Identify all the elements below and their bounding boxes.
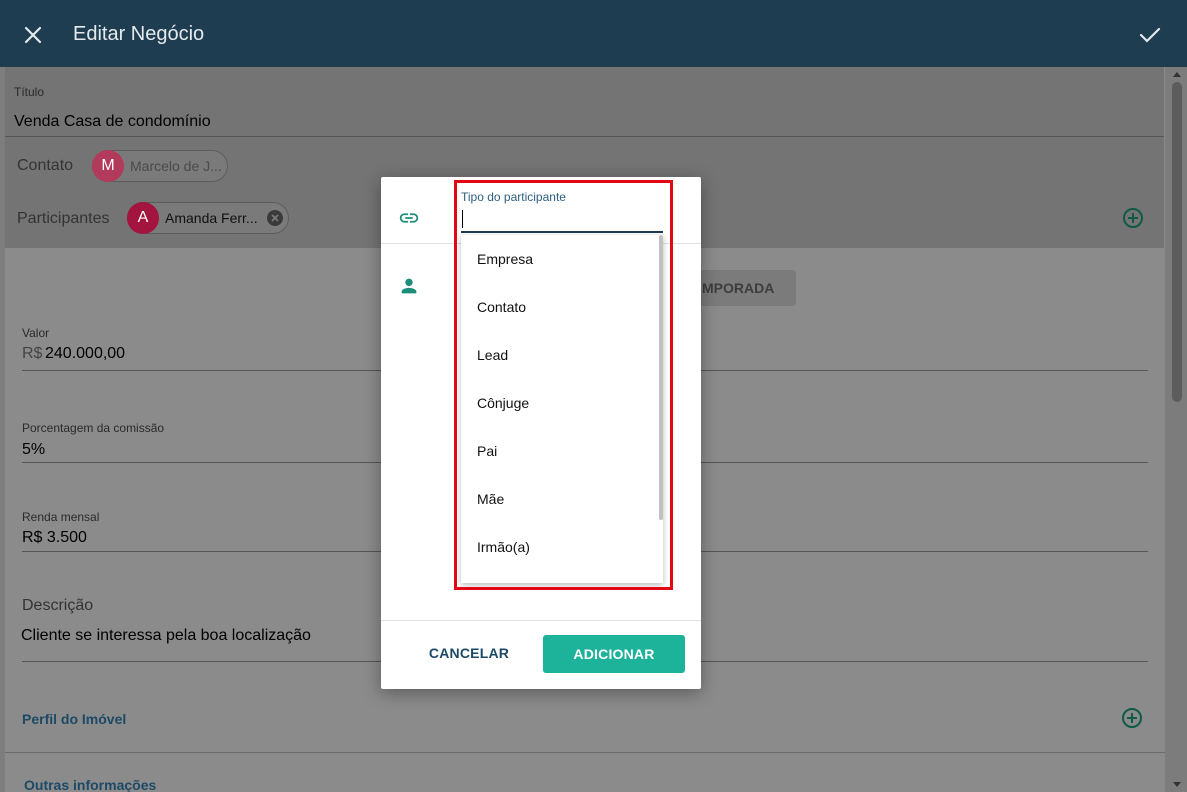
chip-remove-icon[interactable] [266,209,284,227]
perfil-imovel-link[interactable]: Perfil do Imóvel [22,711,126,727]
titulo-field[interactable]: Venda Casa de condomínio [14,113,211,131]
divider [5,752,1165,753]
comissao-field[interactable]: 5% [22,441,45,459]
participantes-label: Participantes [17,210,110,227]
text-caret [462,210,463,228]
scroll-down-icon[interactable] [1172,781,1182,789]
descricao-field[interactable]: Cliente se interessa pela boa localizaçã… [21,627,311,645]
descricao-label: Descrição [22,597,94,614]
option-conjuge[interactable]: Cônjuge [461,379,663,427]
outras-informacoes-link[interactable]: Outras informações [24,777,156,792]
person-icon [401,278,417,294]
add-participant-icon[interactable] [1122,207,1144,229]
option-lead[interactable]: Lead [461,331,663,379]
option-mae[interactable]: Mãe [461,475,663,523]
page-scrollbar[interactable] [1167,67,1187,792]
check-icon [1139,27,1161,43]
scrollbar-thumb[interactable] [1172,82,1182,402]
contato-chip[interactable]: M Marcelo de J... [92,150,228,182]
add-perfil-icon[interactable] [1121,707,1143,729]
contato-label: Contato [17,157,74,174]
participante-chip[interactable]: A Amanda Ferr... [127,202,289,234]
titulo-label: Título [14,85,45,99]
valor-label: Valor [22,326,50,340]
cancel-button[interactable]: CANCELAR [419,635,519,671]
avatar: M [92,150,124,182]
valor-field[interactable]: 240.000,00 [45,345,125,363]
tipo-participante-label: Tipo do participante [461,190,566,204]
dropdown-scrollbar[interactable] [659,235,663,520]
tipo-participante-input[interactable] [461,207,663,233]
divider [381,620,701,621]
contato-chip-name: Marcelo de J... [130,158,222,174]
add-button[interactable]: ADICIONAR [543,635,685,673]
close-button[interactable] [18,20,48,50]
renda-label: Renda mensal [22,510,100,524]
titulo-underline [5,136,1164,137]
add-participant-dialog: Tipo do participante Empresa Contato Lea… [381,177,701,689]
option-pai[interactable]: Pai [461,427,663,475]
renda-field[interactable]: R$ 3.500 [22,529,87,547]
save-button[interactable] [1135,20,1165,50]
valor-prefix: R$ [22,345,43,362]
option-empresa[interactable]: Empresa [461,235,663,283]
scroll-up-icon[interactable] [1172,70,1182,78]
tab-temporada[interactable]: MPORADA [690,270,796,306]
page-title: Editar Negócio [73,23,205,45]
tipo-participante-options[interactable]: Empresa Contato Lead Cônjuge Pai Mãe Irm… [461,235,663,583]
close-icon [24,26,42,44]
comissao-label: Porcentagem da comissão [22,421,165,435]
option-contato[interactable]: Contato [461,283,663,331]
link-icon [399,213,419,223]
avatar: A [127,202,159,234]
app-header: Editar Negócio [0,0,1187,67]
option-irmao[interactable]: Irmão(a) [461,523,663,571]
participante-chip-name: Amanda Ferr... [165,210,258,226]
